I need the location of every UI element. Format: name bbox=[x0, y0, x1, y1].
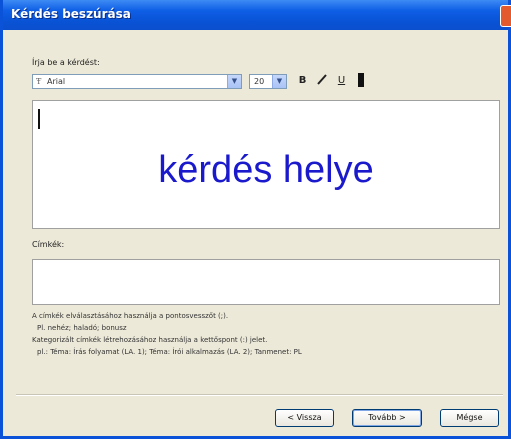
title-bar[interactable]: Kérdés beszúrása bbox=[3, 0, 511, 30]
text-cursor bbox=[38, 109, 40, 129]
tags-field[interactable] bbox=[32, 259, 500, 305]
font-type-icon: Ŧ bbox=[36, 77, 42, 86]
help-line-2: Pl. nehéz; haladó; bonusz bbox=[37, 324, 127, 332]
chevron-down-icon[interactable]: ▼ bbox=[227, 75, 241, 88]
back-button[interactable]: < Vissza bbox=[275, 409, 334, 427]
bold-button[interactable]: B bbox=[295, 73, 310, 88]
separator bbox=[16, 394, 503, 396]
help-line-4: pl.: Téma: Írás folyamat (LA. 1); Téma: … bbox=[37, 348, 302, 356]
chevron-down-icon[interactable]: ▼ bbox=[272, 75, 286, 88]
help-line-3: Kategorizált címkék létrehozásához haszn… bbox=[32, 336, 268, 344]
tags-label: Címkék: bbox=[32, 240, 65, 249]
format-toolbar: Ŧ Arial ▼ 20 ▼ B U bbox=[32, 71, 500, 95]
next-button[interactable]: Tovább > bbox=[352, 409, 422, 427]
dialog-window: Kérdés beszúrása Írja be a kérdést: Ŧ Ar… bbox=[0, 0, 511, 439]
question-label: Írja be a kérdést: bbox=[32, 58, 100, 67]
question-editor[interactable]: kérdés helye bbox=[32, 100, 500, 229]
font-size-select[interactable]: 20 ▼ bbox=[249, 74, 287, 89]
question-placeholder: kérdés helye bbox=[158, 149, 374, 191]
underline-button[interactable]: U bbox=[334, 73, 349, 88]
text-color-button[interactable] bbox=[353, 73, 368, 88]
close-icon[interactable] bbox=[500, 5, 511, 27]
pen-icon bbox=[316, 74, 327, 85]
help-line-1: A címkék elválasztásához használja a pon… bbox=[32, 312, 229, 320]
window-title: Kérdés beszúrása bbox=[11, 7, 131, 21]
font-name: Arial bbox=[47, 77, 66, 86]
color-swatch-icon bbox=[357, 73, 364, 87]
font-size-value: 20 bbox=[254, 77, 265, 86]
italic-button[interactable] bbox=[314, 73, 329, 88]
font-select[interactable]: Ŧ Arial ▼ bbox=[32, 74, 242, 89]
cancel-button[interactable]: Mégse bbox=[440, 409, 499, 427]
